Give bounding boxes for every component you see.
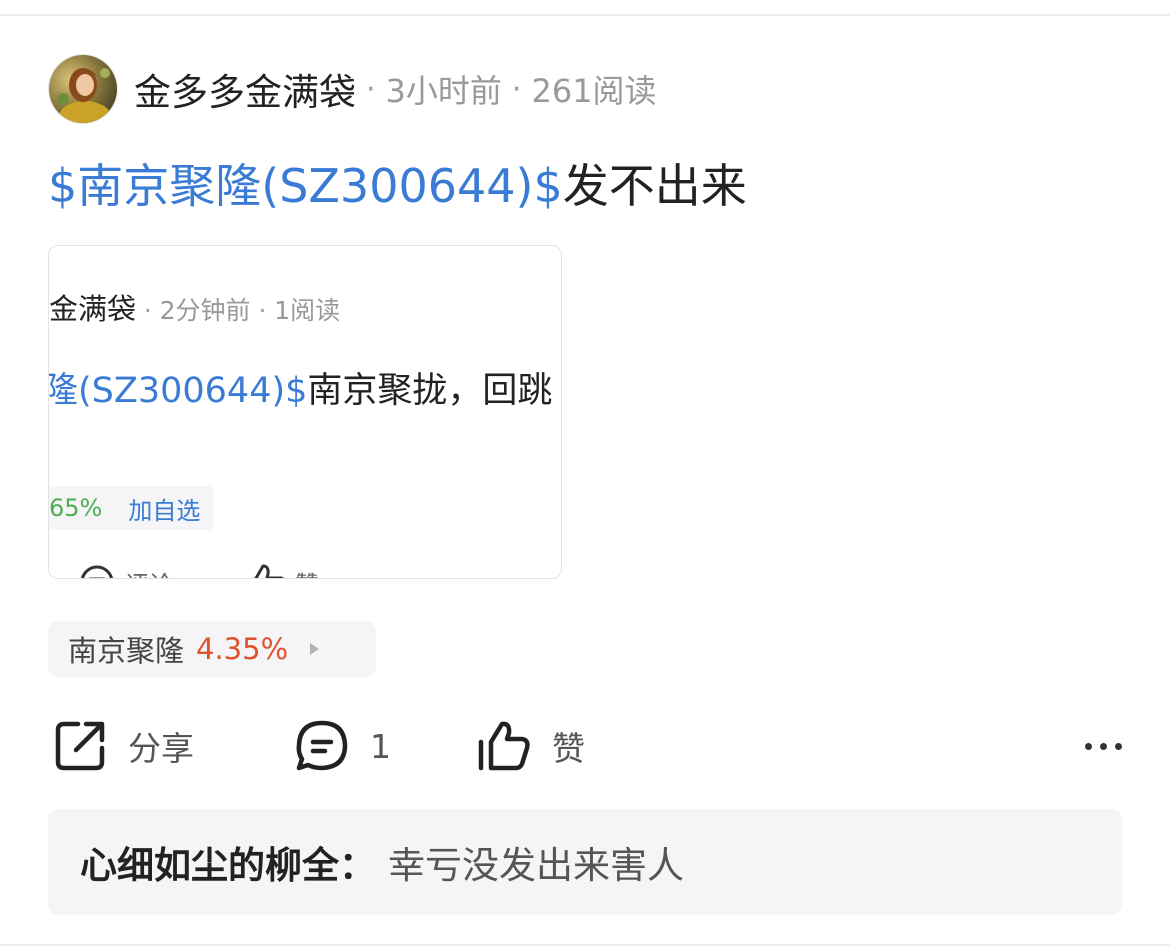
stock-tag[interactable]: 南京聚隆 4.35% [48, 621, 376, 677]
quoted-meta: 金满袋 · 2分钟前 · 1阅读 [49, 286, 340, 328]
quoted-body: 隆(SZ300644)$南京聚拢，回跳 [48, 362, 553, 413]
like-button[interactable]: 赞 [476, 716, 585, 776]
more-button[interactable] [1077, 716, 1122, 776]
comment-colon: ： [339, 844, 376, 887]
stock-tag-percent: 4.35% [196, 632, 289, 666]
stock-link[interactable]: $南京聚隆(SZ300644)$ [48, 159, 563, 213]
post-time: 3小时前 [385, 72, 502, 110]
comment-author[interactable]: 心细如尘的柳全 [80, 835, 339, 889]
action-bar: 分享 1 赞 [52, 716, 1122, 776]
quoted-stock-chip: 65% 加自选 [49, 486, 215, 530]
quoted-comment-action: 评论 [77, 562, 173, 579]
quoted-body-text: 南京聚拢，回跳 [307, 371, 553, 411]
share-button[interactable]: 分享 [52, 716, 194, 776]
comment-count: 1 [370, 726, 391, 766]
quoted-comment-label: 评论 [125, 565, 173, 579]
like-icon [478, 721, 530, 771]
quoted-like-label: 赞 [295, 565, 319, 579]
post-header: 金多多金满袋 · 3小时前 · 261阅读 [48, 54, 657, 124]
stock-tag-name: 南京聚隆 [68, 634, 185, 668]
quoted-post-card[interactable]: 金满袋 · 2分钟前 · 1阅读 隆(SZ300644)$南京聚拢，回跳 65% 加自选… [48, 245, 562, 579]
comment-text: 幸亏没发出来害人 [388, 844, 684, 887]
quoted-reads: 1阅读 [274, 296, 341, 325]
meta-separator: · [511, 71, 522, 107]
comment-preview[interactable]: 心细如尘的柳全： 幸亏没发出来害人 [48, 809, 1122, 915]
quoted-add-watchlist: 加自选 [128, 496, 201, 525]
comment-button[interactable]: 1 [294, 716, 391, 776]
read-count: 261阅读 [531, 72, 657, 110]
like-label: 赞 [552, 729, 585, 768]
more-icon [1077, 742, 1122, 750]
meta-separator: · [258, 297, 267, 325]
author-name[interactable]: 金多多金满袋 [134, 62, 356, 116]
like-icon [254, 564, 284, 578]
chevron-right-icon [310, 643, 320, 655]
bottom-divider [0, 944, 1170, 946]
meta-separator: · [366, 71, 376, 107]
share-icon [55, 721, 105, 771]
post-body-text: 发不出来 [562, 159, 747, 213]
meta-separator: · [144, 297, 152, 325]
top-divider [0, 14, 1170, 16]
quoted-time: 2分钟前 [159, 296, 251, 325]
quoted-chip-percent: 65% [49, 494, 103, 522]
quoted-actions: 评论 赞 [77, 562, 389, 579]
post-body: $南京聚隆(SZ300644)$发不出来 [48, 156, 747, 216]
quoted-stock-link: 隆(SZ300644)$ [48, 371, 308, 411]
avatar[interactable] [48, 54, 118, 124]
quoted-like-action: 赞 [243, 562, 319, 579]
quoted-author: 金满袋 [49, 292, 137, 326]
comment-icon [296, 720, 348, 771]
share-label: 分享 [128, 729, 194, 768]
comment-icon [80, 565, 114, 578]
